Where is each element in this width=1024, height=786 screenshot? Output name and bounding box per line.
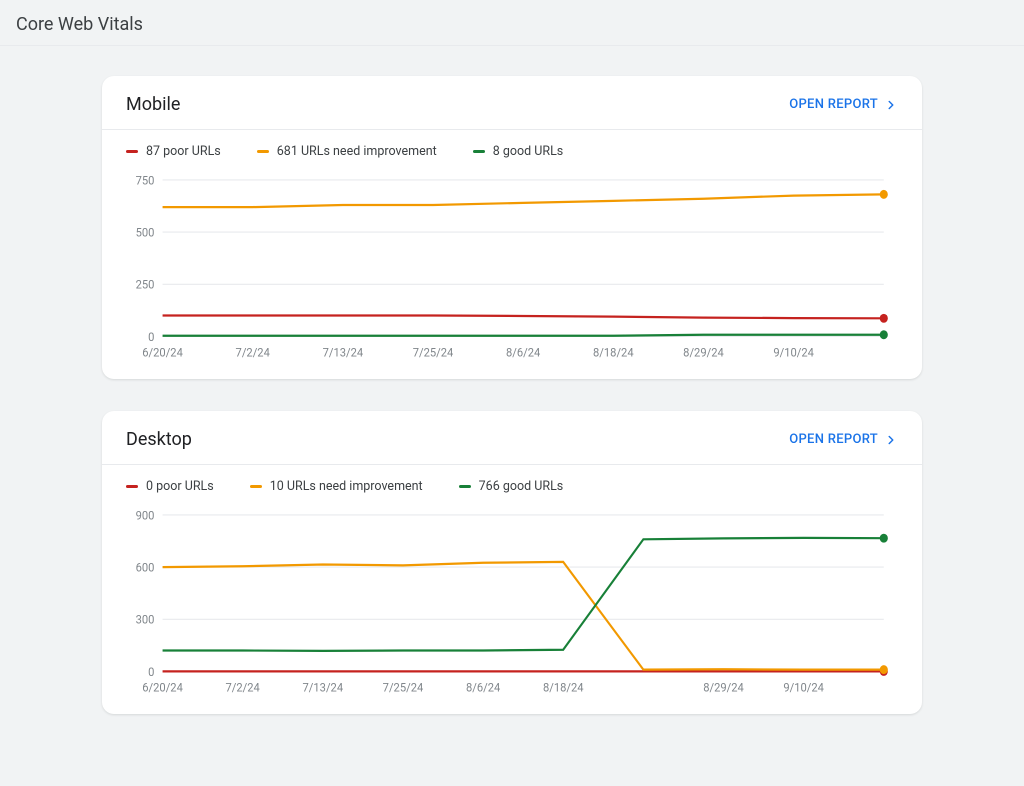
svg-text:8/6/24: 8/6/24 bbox=[466, 680, 501, 695]
card-head-desktop: Desktop OPEN REPORT bbox=[102, 411, 922, 465]
card-desktop: Desktop OPEN REPORT 0 poor URLs 10 URLs … bbox=[102, 411, 922, 714]
legend-item-need: 10 URLs need improvement bbox=[250, 479, 423, 494]
card-mobile: Mobile OPEN REPORT 87 poor URLs 681 URLs… bbox=[102, 76, 922, 379]
svg-text:250: 250 bbox=[136, 277, 155, 292]
svg-text:8/6/24: 8/6/24 bbox=[506, 345, 541, 360]
legend-label-good: 766 good URLs bbox=[479, 479, 564, 494]
swatch-need bbox=[257, 150, 269, 153]
svg-text:9/10/24: 9/10/24 bbox=[773, 345, 814, 360]
svg-text:600: 600 bbox=[136, 560, 155, 575]
legend-item-poor: 0 poor URLs bbox=[126, 479, 214, 494]
legend-item-good: 766 good URLs bbox=[459, 479, 564, 494]
swatch-good bbox=[459, 485, 471, 488]
content: Mobile OPEN REPORT 87 poor URLs 681 URLs… bbox=[0, 46, 1024, 786]
open-report-label: OPEN REPORT bbox=[789, 97, 878, 112]
swatch-need bbox=[250, 485, 262, 488]
svg-text:6/20/24: 6/20/24 bbox=[142, 680, 183, 695]
legend-label-good: 8 good URLs bbox=[493, 144, 564, 159]
legend-desktop: 0 poor URLs 10 URLs need improvement 766… bbox=[102, 465, 922, 500]
legend-mobile: 87 poor URLs 681 URLs need improvement 8… bbox=[102, 130, 922, 165]
svg-text:8/18/24: 8/18/24 bbox=[543, 680, 584, 695]
chevron-right-icon bbox=[884, 98, 898, 112]
svg-text:750: 750 bbox=[136, 173, 155, 188]
swatch-poor bbox=[126, 150, 138, 153]
open-report-mobile[interactable]: OPEN REPORT bbox=[789, 97, 898, 112]
svg-text:900: 900 bbox=[136, 508, 155, 523]
svg-text:9/10/24: 9/10/24 bbox=[783, 680, 824, 695]
legend-item-poor: 87 poor URLs bbox=[126, 144, 221, 159]
svg-text:0: 0 bbox=[148, 329, 154, 344]
card-title-mobile: Mobile bbox=[126, 94, 180, 115]
svg-text:7/2/24: 7/2/24 bbox=[226, 680, 261, 695]
svg-text:7/13/24: 7/13/24 bbox=[323, 345, 364, 360]
card-head-mobile: Mobile OPEN REPORT bbox=[102, 76, 922, 130]
legend-item-need: 681 URLs need improvement bbox=[257, 144, 437, 159]
legend-label-need: 10 URLs need improvement bbox=[270, 479, 423, 494]
page-title: Core Web Vitals bbox=[16, 14, 1008, 35]
svg-text:7/25/24: 7/25/24 bbox=[383, 680, 424, 695]
swatch-good bbox=[473, 150, 485, 153]
svg-text:7/25/24: 7/25/24 bbox=[413, 345, 454, 360]
swatch-poor bbox=[126, 485, 138, 488]
svg-text:8/29/24: 8/29/24 bbox=[703, 680, 744, 695]
chevron-right-icon bbox=[884, 433, 898, 447]
svg-text:8/18/24: 8/18/24 bbox=[593, 345, 634, 360]
chart-wrap-mobile: 0 250 500 750 6/20/24 7/2/24 7/13/24 7/25/24 8/6… bbox=[102, 165, 922, 379]
legend-label-need: 681 URLs need improvement bbox=[277, 144, 437, 159]
svg-text:7/2/24: 7/2/24 bbox=[236, 345, 271, 360]
chart-mobile: 0 250 500 750 6/20/24 7/2/24 7/13/24 7/25/24 8/6… bbox=[126, 171, 898, 361]
chart-desktop: 0 300 600 900 6/20/24 7/2/24 7/13/24 7/25/24 8/6… bbox=[126, 506, 898, 696]
svg-text:300: 300 bbox=[136, 612, 155, 627]
svg-text:0: 0 bbox=[148, 664, 154, 679]
legend-label-poor: 0 poor URLs bbox=[146, 479, 214, 494]
card-title-desktop: Desktop bbox=[126, 429, 192, 450]
open-report-desktop[interactable]: OPEN REPORT bbox=[789, 432, 898, 447]
svg-text:6/20/24: 6/20/24 bbox=[142, 345, 183, 360]
legend-label-poor: 87 poor URLs bbox=[146, 144, 221, 159]
svg-text:7/13/24: 7/13/24 bbox=[303, 680, 344, 695]
open-report-label: OPEN REPORT bbox=[789, 432, 878, 447]
chart-wrap-desktop: 0 300 600 900 6/20/24 7/2/24 7/13/24 7/25/24 8/6… bbox=[102, 500, 922, 714]
page-header: Core Web Vitals bbox=[0, 0, 1024, 46]
svg-text:8/29/24: 8/29/24 bbox=[683, 345, 724, 360]
svg-text:500: 500 bbox=[136, 225, 155, 240]
legend-item-good: 8 good URLs bbox=[473, 144, 564, 159]
